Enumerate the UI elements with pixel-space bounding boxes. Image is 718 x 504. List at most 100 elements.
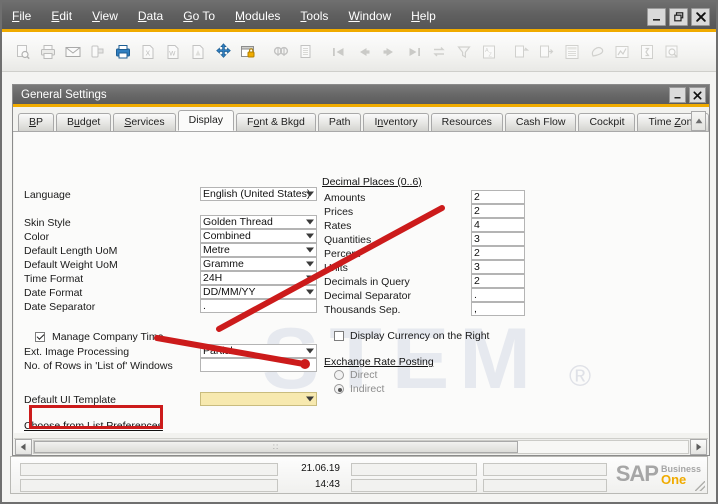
time-format-value: 24H xyxy=(203,272,223,284)
skin-style-value: Golden Thread xyxy=(203,216,273,228)
print-icon[interactable] xyxy=(37,40,59,64)
tab-resources[interactable]: Resources xyxy=(430,113,503,131)
query-icon[interactable] xyxy=(661,40,683,64)
tab-font-bkgd[interactable]: Font & Bkgd xyxy=(236,113,316,131)
menu-item-file[interactable]: File xyxy=(3,7,40,25)
menu-item-goto[interactable]: Go To xyxy=(174,7,224,25)
tab-bp[interactable]: BP xyxy=(18,113,55,131)
chart-icon[interactable] xyxy=(611,40,633,64)
label-thousands-sep: Thousands Sep. xyxy=(324,304,401,316)
menu-item-data[interactable]: Data xyxy=(129,7,172,25)
prices-input[interactable]: 2 xyxy=(471,204,525,218)
refresh-icon[interactable] xyxy=(428,40,450,64)
units-input[interactable]: 3 xyxy=(471,260,525,274)
tab-cash-flow[interactable]: Cash Flow xyxy=(504,113,577,131)
export-to-pdf-icon[interactable] xyxy=(187,40,209,64)
status-message-field xyxy=(20,463,278,476)
window-resize-grip[interactable] xyxy=(695,481,705,491)
paint-icon[interactable] xyxy=(586,40,608,64)
sort-icon[interactable]: AZ xyxy=(478,40,500,64)
chevron-down-icon xyxy=(306,348,314,354)
color-select[interactable]: Combined xyxy=(200,229,317,243)
tab-inventory[interactable]: Inventory xyxy=(363,113,429,131)
exchange-rate-direct-radio[interactable] xyxy=(334,370,344,380)
default-length-uom-select[interactable]: Metre xyxy=(200,243,317,257)
decimals-in-query-input[interactable]: 2 xyxy=(471,274,525,288)
formula-icon[interactable] xyxy=(636,40,658,64)
next-record-icon[interactable] xyxy=(378,40,400,64)
horizontal-scrollbar[interactable]: :: xyxy=(14,438,708,455)
filter-icon[interactable] xyxy=(453,40,475,64)
restore-button[interactable] xyxy=(669,8,688,26)
add-icon[interactable] xyxy=(295,40,317,64)
settings-tab-strip: BP Budget Services Display Font & Bkgd P… xyxy=(13,110,710,132)
status-company-field xyxy=(351,463,477,476)
manage-company-time-checkbox[interactable] xyxy=(35,332,45,342)
exchange-rate-posting-header: Exchange Rate Posting xyxy=(324,356,434,368)
close-button[interactable] xyxy=(691,8,710,26)
menu-item-tools[interactable]: Tools xyxy=(291,7,337,25)
tab-services[interactable]: Services xyxy=(113,113,176,131)
menu-item-view[interactable]: View xyxy=(83,7,127,25)
scroll-right-icon[interactable] xyxy=(690,438,707,455)
print-preview-icon[interactable] xyxy=(12,40,34,64)
first-record-icon[interactable] xyxy=(328,40,350,64)
sms-icon[interactable] xyxy=(87,40,109,64)
find-icon[interactable] xyxy=(270,40,292,64)
date-format-value: DD/MM/YY xyxy=(203,286,256,298)
duplicate-icon[interactable] xyxy=(511,40,533,64)
skin-style-select[interactable]: Golden Thread xyxy=(200,215,317,229)
chevron-down-icon xyxy=(306,247,314,253)
application-window: File Edit View Data Go To Modules Tools … xyxy=(0,0,718,504)
email-icon[interactable] xyxy=(62,40,84,64)
quantities-value: 3 xyxy=(474,233,480,245)
scrollbar-thumb[interactable]: :: xyxy=(34,440,518,453)
decimal-separator-input[interactable]: . xyxy=(471,288,525,302)
export-to-word-icon[interactable]: W xyxy=(162,40,184,64)
scroll-left-icon[interactable] xyxy=(15,438,32,455)
menu-item-window[interactable]: Window xyxy=(339,7,400,25)
no-of-rows-input[interactable] xyxy=(200,358,317,372)
tab-display[interactable]: Display xyxy=(177,110,235,131)
menu-item-edit[interactable]: Edit xyxy=(42,7,81,25)
default-ui-template-select[interactable] xyxy=(200,392,317,406)
label-no-of-rows: No. of Rows in 'List of' Windows xyxy=(24,360,173,372)
menu-item-modules[interactable]: Modules xyxy=(226,7,289,25)
subwindow-minimize-button[interactable] xyxy=(669,87,686,103)
display-currency-right-checkbox[interactable] xyxy=(334,331,344,341)
date-separator-input[interactable]: . xyxy=(200,299,317,313)
quantities-input[interactable]: 3 xyxy=(471,232,525,246)
menu-item-help[interactable]: Help xyxy=(402,7,445,25)
fax-icon[interactable] xyxy=(112,40,134,64)
label-units: Units xyxy=(324,262,348,274)
scrollbar-track[interactable]: :: xyxy=(33,439,689,454)
calculator-icon[interactable] xyxy=(561,40,583,64)
default-weight-uom-select[interactable]: Gramme xyxy=(200,257,317,271)
chevron-down-icon xyxy=(306,289,314,295)
chevron-down-icon xyxy=(306,191,314,197)
time-format-select[interactable]: 24H xyxy=(200,271,317,285)
language-select[interactable]: English (United States) xyxy=(200,187,317,201)
chevron-down-icon xyxy=(306,396,314,402)
label-exchange-direct: Direct xyxy=(350,369,378,381)
rates-input[interactable]: 4 xyxy=(471,218,525,232)
launch-application-icon[interactable] xyxy=(212,40,234,64)
exchange-rate-indirect-radio[interactable] xyxy=(334,384,344,394)
thousands-sep-input[interactable]: , xyxy=(471,302,525,316)
copy-to-icon[interactable] xyxy=(536,40,558,64)
scroll-up-icon[interactable] xyxy=(691,111,706,131)
previous-record-icon[interactable] xyxy=(353,40,375,64)
amounts-input[interactable]: 2 xyxy=(471,190,525,204)
minimize-button[interactable] xyxy=(647,8,666,26)
export-to-excel-icon[interactable]: X xyxy=(137,40,159,64)
tab-budget[interactable]: Budget xyxy=(56,113,112,131)
ext-image-processing-select[interactable]: Partial xyxy=(200,344,317,358)
tab-cockpit[interactable]: Cockpit xyxy=(578,113,636,131)
chevron-down-icon xyxy=(306,219,314,225)
last-record-icon[interactable] xyxy=(403,40,425,64)
date-format-select[interactable]: DD/MM/YY xyxy=(200,285,317,299)
percent-input[interactable]: 2 xyxy=(471,246,525,260)
lock-screen-icon[interactable] xyxy=(237,40,259,64)
subwindow-close-button[interactable] xyxy=(689,87,706,103)
tab-path[interactable]: Path xyxy=(317,113,362,131)
